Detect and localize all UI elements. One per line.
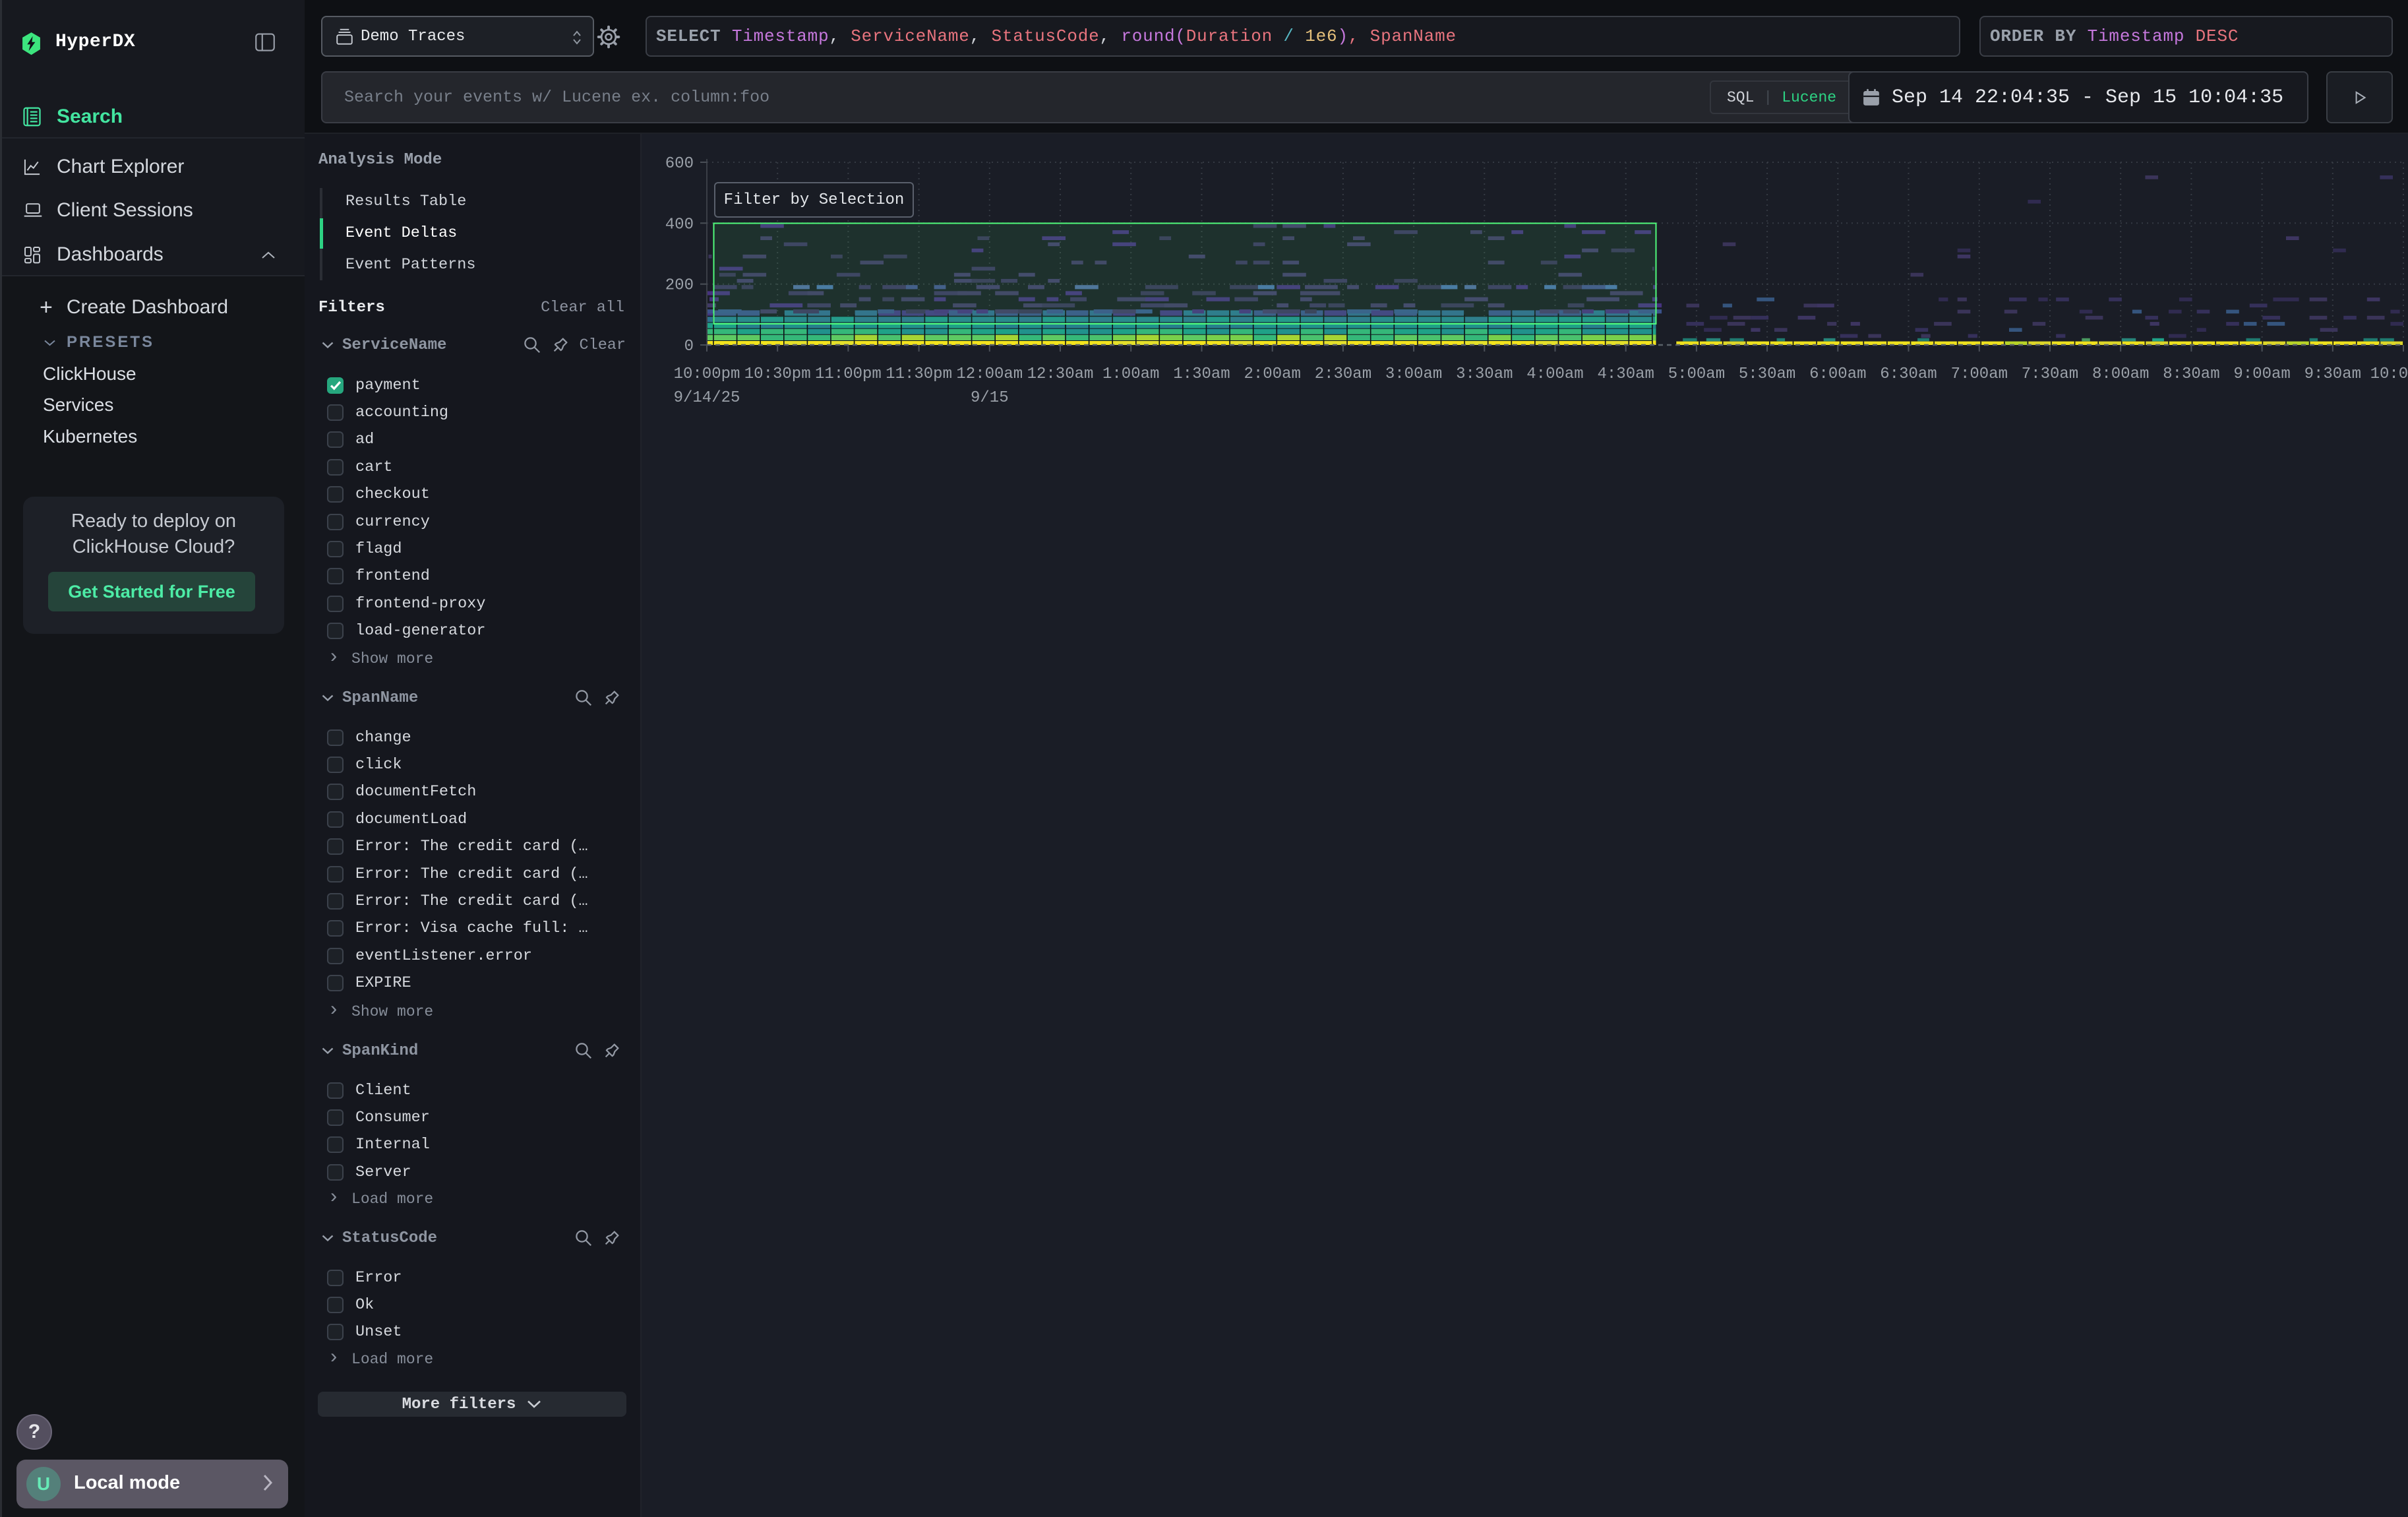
svg-text:9:00am: 9:00am — [2233, 365, 2290, 383]
svg-text:4:30am: 4:30am — [1597, 365, 1654, 383]
svg-text:3:30am: 3:30am — [1456, 365, 1513, 383]
svg-text:10:00pm: 10:00pm — [674, 365, 740, 383]
svg-text:200: 200 — [665, 277, 694, 295]
svg-text:5:30am: 5:30am — [1739, 365, 1795, 383]
svg-text:8:30am: 8:30am — [2163, 365, 2219, 383]
svg-text:400: 400 — [665, 216, 694, 233]
svg-text:6:30am: 6:30am — [1880, 365, 1937, 383]
svg-text:12:00am: 12:00am — [956, 365, 1023, 383]
svg-text:2:30am: 2:30am — [1315, 365, 1371, 383]
svg-text:1:00am: 1:00am — [1102, 365, 1159, 383]
svg-text:0: 0 — [684, 338, 694, 356]
svg-text:8:00am: 8:00am — [2092, 365, 2149, 383]
svg-text:7:30am: 7:30am — [2022, 365, 2078, 383]
svg-text:3:00am: 3:00am — [1385, 365, 1442, 383]
svg-text:1:30am: 1:30am — [1173, 365, 1230, 383]
svg-text:6:00am: 6:00am — [1809, 365, 1866, 383]
svg-text:10:00am: 10:00am — [2370, 365, 2408, 383]
svg-text:2:00am: 2:00am — [1244, 365, 1300, 383]
svg-text:9:30am: 9:30am — [2304, 365, 2361, 383]
svg-text:10:30pm: 10:30pm — [744, 365, 811, 383]
svg-text:11:00pm: 11:00pm — [815, 365, 882, 383]
svg-text:600: 600 — [665, 155, 694, 173]
svg-text:7:00am: 7:00am — [1951, 365, 2008, 383]
svg-text:12:30am: 12:30am — [1027, 365, 1094, 383]
svg-text:4:00am: 4:00am — [1526, 365, 1583, 383]
svg-text:5:00am: 5:00am — [1668, 365, 1725, 383]
svg-text:9/15: 9/15 — [971, 389, 1009, 407]
svg-text:9/14/25: 9/14/25 — [674, 389, 740, 407]
svg-text:11:30pm: 11:30pm — [886, 365, 952, 383]
